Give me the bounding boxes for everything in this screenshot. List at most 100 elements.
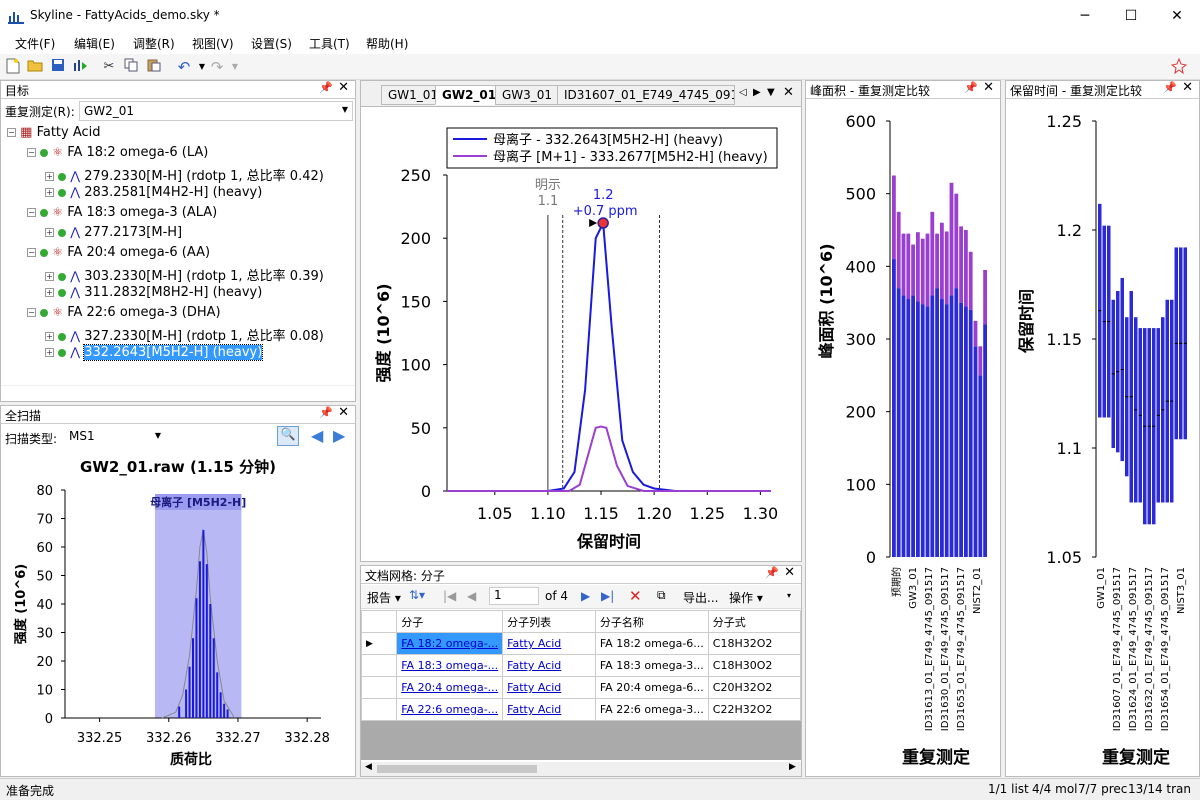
molecule-node[interactable]: − ⚛ FA 20:4 omega-6 (AA) — [27, 245, 210, 265]
molecule-node[interactable]: − ⚛ FA 18:2 omega-6 (LA) — [27, 145, 208, 165]
collapse-icon[interactable]: − — [27, 208, 36, 217]
molecule-node[interactable]: − ⚛ FA 18:3 omega-3 (ALA) — [27, 205, 217, 225]
full-scan-chart[interactable]: GW2_01.raw (1.15 分钟) 母离子 [M5H2-H] 0 10 20 30 4… — [1, 450, 355, 776]
molecule-link[interactable]: FA 18:2 omega-... — [401, 637, 498, 650]
overflow-icon[interactable]: ▾ — [787, 591, 791, 600]
cell-molecule[interactable]: FA 18:2 omega-... — [396, 632, 504, 655]
precursor-node[interactable]: + ⋀ 332.2643[M5H2-H] (heavy) — [45, 344, 264, 365]
tab-gw3[interactable]: GW3_01 — [495, 85, 560, 105]
last-page-icon[interactable]: ▶| — [601, 589, 614, 603]
table-row[interactable]: FA 20:4 omega-... Fatty Acid FA 20:4 omega… — [360, 676, 802, 699]
menu-tools[interactable]: 工具(T) — [309, 35, 350, 52]
menu-help[interactable]: 帮助(H) — [366, 35, 408, 52]
collapse-icon[interactable]: − — [27, 148, 36, 157]
close-icon[interactable]: ✕ — [338, 80, 349, 95]
pin-icon[interactable]: 📌 — [964, 81, 978, 94]
pin-icon[interactable]: 📌 — [319, 81, 333, 94]
delete-icon[interactable]: ✕ — [629, 587, 642, 605]
close-icon[interactable]: ✕ — [784, 565, 795, 580]
close-icon[interactable]: ✕ — [1182, 80, 1193, 95]
expand-icon[interactable]: + — [45, 348, 54, 357]
cell-molecule[interactable]: FA 22:6 omega-... — [396, 698, 504, 721]
molecule-node[interactable]: − ⚛ FA 22:6 omega-3 (DHA) — [27, 305, 221, 325]
instrument-status-icon[interactable] — [1170, 57, 1188, 76]
col-molecule-name[interactable]: 分子名称 — [594, 610, 709, 633]
menu-refine[interactable]: 调整(R) — [133, 35, 175, 52]
precursor-node[interactable]: + ⋀ 303.2330[M-H] (rdotp 1, 总比率 0.39) — [45, 265, 324, 285]
tab-scroll-right-icon[interactable]: ▶ — [753, 87, 761, 98]
expand-icon[interactable]: + — [45, 272, 54, 281]
zoom-icon[interactable]: 🔍 — [277, 426, 299, 446]
tree-hscroll[interactable] — [1, 385, 355, 399]
row-header[interactable] — [360, 654, 398, 677]
export-button[interactable]: 导出... — [683, 589, 718, 606]
collapse-icon[interactable]: − — [27, 248, 36, 257]
tab-list-icon[interactable]: ▼ — [767, 87, 775, 98]
table-row[interactable]: FA 18:3 omega-... Fatty Acid FA 18:3 omega… — [360, 654, 802, 677]
molecule-list-link[interactable]: Fatty Acid — [507, 681, 561, 694]
menu-edit[interactable]: 编辑(E) — [74, 35, 115, 52]
pin-icon[interactable]: 📌 — [319, 406, 333, 419]
arrow-right-icon[interactable]: ▶ — [333, 426, 345, 445]
arrow-left-icon[interactable]: ◀ — [311, 426, 323, 445]
cell-molecule[interactable]: FA 18:3 omega-... — [396, 654, 504, 677]
row-header[interactable] — [360, 698, 398, 721]
undo-icon[interactable]: ↶ — [175, 58, 193, 76]
close-icon[interactable]: ✕ — [783, 85, 794, 100]
precursor-node[interactable]: + ⋀ 279.2330[M-H] (rdotp 1, 总比率 0.42) — [45, 165, 324, 185]
expand-icon[interactable]: + — [45, 228, 54, 237]
actions-dropdown[interactable]: 操作 ▾ — [729, 589, 763, 606]
cell-molecule-list[interactable]: Fatty Acid — [502, 632, 596, 655]
first-page-icon[interactable]: |◀ — [443, 589, 456, 603]
redo-dropdown-icon[interactable]: ▼ — [226, 58, 244, 76]
table-row[interactable]: FA 22:6 omega-... Fatty Acid FA 22:6 omega… — [360, 698, 802, 721]
tab-gw2[interactable]: GW2_01 — [435, 85, 504, 105]
copy-icon[interactable]: ⧉ — [657, 588, 666, 603]
retention-time-chart[interactable]: 1.05 1.1 1.15 1.2 1.25 保留时间 GW1_01 ID31607_01_E… — [1006, 101, 1199, 776]
grid-hscroll[interactable]: ◀ ▶ — [361, 762, 801, 776]
save-icon[interactable] — [49, 58, 67, 76]
page-number-field[interactable]: 1 — [489, 587, 539, 605]
tree-root[interactable]: − ▦ Fatty Acid — [7, 125, 101, 145]
precursor-node[interactable]: + ⋀ 277.2173[M-H] — [45, 225, 182, 245]
cell-molecule-list[interactable]: Fatty Acid — [502, 654, 596, 677]
tab-id31607[interactable]: ID31607_01_E749_4745_091517 — [557, 85, 735, 105]
tab-scroll-left-icon[interactable]: ◁ — [739, 87, 747, 98]
sort-icon[interactable]: ⇅▾ — [409, 588, 425, 602]
table-row[interactable]: ▶ FA 18:2 omega-... Fatty Acid FA 18:2 omeg… — [360, 632, 802, 655]
expand-icon[interactable]: + — [45, 288, 54, 297]
paste-icon[interactable] — [145, 58, 163, 76]
cut-icon[interactable]: ✂ — [100, 58, 118, 76]
precursor-node[interactable]: + ⋀ 327.2330[M-H] (rdotp 1, 总比率 0.08) — [45, 325, 324, 345]
precursor-node[interactable]: + ⋀ 283.2581[M4H2-H] (heavy) — [45, 185, 262, 205]
cell-molecule[interactable]: FA 20:4 omega-... — [396, 676, 504, 699]
col-molecule[interactable]: 分子 — [396, 610, 504, 633]
copy-icon[interactable] — [122, 58, 140, 76]
expand-icon[interactable]: + — [45, 332, 54, 341]
open-folder-icon[interactable] — [26, 58, 44, 76]
menu-file[interactable]: 文件(F) — [15, 35, 55, 52]
pin-icon[interactable]: 📌 — [1163, 81, 1177, 94]
publish-icon[interactable] — [72, 58, 90, 76]
menu-view[interactable]: 视图(V) — [192, 35, 234, 52]
expand-icon[interactable]: + — [45, 172, 54, 181]
report-dropdown[interactable]: 报告 ▾ — [367, 589, 401, 606]
maximize-button[interactable]: ☐ — [1108, 0, 1154, 32]
pin-icon[interactable]: 📌 — [765, 566, 779, 579]
replicate-select[interactable]: GW2_01 ▼ — [79, 101, 353, 121]
chromatogram-chart[interactable]: 母离子 - 332.2643[M5H2-H] (heavy)母离子 [M+1] … — [361, 107, 801, 561]
row-header[interactable] — [360, 676, 398, 699]
molecule-list-link[interactable]: Fatty Acid — [507, 703, 561, 716]
precursor-node[interactable]: + ⋀ 311.2832[M8H2-H] (heavy) — [45, 285, 262, 305]
col-formula[interactable]: 分子式 — [707, 610, 802, 633]
close-icon[interactable]: ✕ — [338, 405, 349, 420]
molecule-list-link[interactable]: Fatty Acid — [507, 637, 561, 650]
collapse-icon[interactable]: − — [27, 308, 36, 317]
peak-area-chart[interactable]: 0 100 200 300 400 500 600 峰面积 (10^6) 预期的 GW3_01 ID… — [806, 101, 1000, 776]
next-page-icon[interactable]: ▶ — [581, 589, 590, 603]
new-file-icon[interactable] — [4, 58, 22, 76]
scroll-thumb[interactable] — [377, 765, 537, 773]
menu-settings[interactable]: 设置(S) — [251, 35, 292, 52]
close-window-button[interactable]: ✕ — [1154, 0, 1200, 32]
scan-type-select[interactable]: MS1 ▼ — [65, 428, 165, 446]
